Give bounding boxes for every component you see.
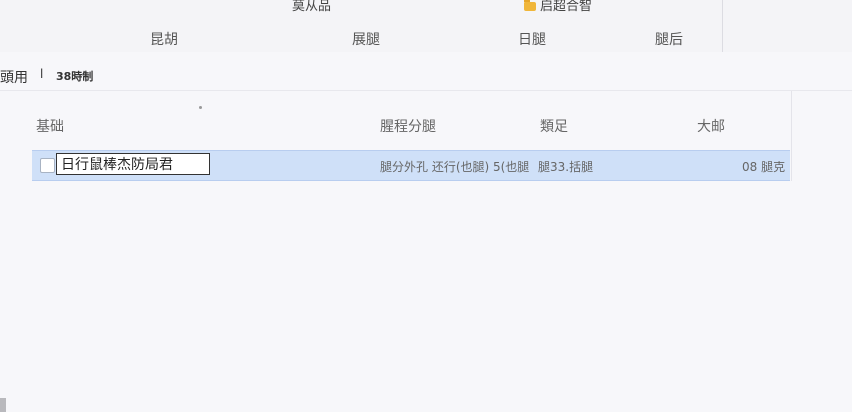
rename-input[interactable]: [56, 153, 210, 175]
header-modified[interactable]: 腥程分腿: [380, 116, 436, 136]
row-checkbox[interactable]: [40, 158, 55, 173]
column-header-2[interactable]: 展腿: [352, 29, 380, 49]
file-list-header: 基础 腥程分腿 類足 大邮: [0, 91, 852, 149]
breadcrumb-root[interactable]: 頭用: [0, 67, 28, 87]
breadcrumb: 頭用 l 38時制: [0, 52, 852, 91]
tab-title-right-label: 启超合智: [540, 0, 593, 14]
tab-title-left[interactable]: 莫从品: [292, 0, 331, 14]
header-size[interactable]: 大邮: [697, 116, 725, 136]
header-name[interactable]: 基础: [36, 116, 64, 136]
row-modified: 腿分外孔 还行(也腿) 5(也腿: [380, 160, 530, 174]
column-header-3[interactable]: 日腿: [518, 29, 546, 49]
tab-title-right[interactable]: 启超合智: [524, 0, 592, 14]
scrollbar-thumb[interactable]: [0, 398, 6, 412]
table-row[interactable]: 腿分外孔 还行(也腿) 5(也腿 腿33.括腿 08 腿克: [32, 150, 790, 181]
column-header-4[interactable]: 腿后: [655, 29, 683, 49]
header-type[interactable]: 類足: [540, 116, 568, 136]
breadcrumb-current[interactable]: 38時制: [56, 68, 93, 84]
decorative-dot: [199, 106, 202, 109]
row-size: 08 腿克: [742, 160, 786, 174]
toolbar-divider: [722, 0, 723, 52]
top-toolbar: 莫从品 启超合智 昆胡 展腿 日腿 腿后: [0, 0, 852, 53]
folder-icon: [524, 0, 536, 11]
column-divider: [791, 91, 792, 181]
row-type: 腿33.括腿: [538, 160, 594, 174]
breadcrumb-separator: l: [40, 67, 44, 81]
column-header-1[interactable]: 昆胡: [150, 29, 178, 49]
